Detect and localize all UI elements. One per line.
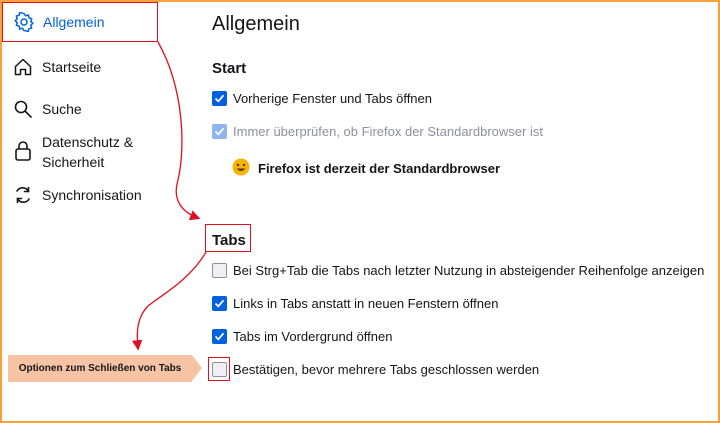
foreground-tabs-checkbox[interactable] — [212, 329, 227, 344]
restore-session-checkbox[interactable] — [212, 91, 227, 106]
section-heading-tabs: Tabs — [212, 232, 246, 249]
sidebar-item-label: Allgemein — [43, 14, 105, 30]
sidebar-item-privacy[interactable]: Datenschutz & Sicherheit — [2, 132, 158, 172]
gear-icon — [13, 11, 35, 33]
ctrl-tab-label: Bei Strg+Tab die Tabs nach letzter Nutzu… — [233, 263, 705, 278]
sidebar-item-label: Synchronisation — [42, 187, 142, 203]
links-in-tabs-checkbox-row[interactable]: Links in Tabs anstatt in neuen Fenstern … — [212, 296, 498, 311]
links-in-tabs-label: Links in Tabs anstatt in neuen Fenstern … — [233, 296, 499, 311]
check-default-checkbox-row: Immer überprüfen, ob Firefox der Standar… — [212, 124, 543, 139]
check-default-checkbox — [212, 124, 227, 139]
sidebar-item-search[interactable]: Suche — [2, 96, 158, 122]
foreground-tabs-label: Tabs im Vordergrund öffnen — [233, 329, 393, 344]
foreground-tabs-checkbox-row[interactable]: Tabs im Vordergrund öffnen — [212, 329, 392, 344]
ctrl-tab-checkbox-row[interactable]: Bei Strg+Tab die Tabs nach letzter Nutzu… — [212, 263, 704, 278]
search-icon — [12, 98, 34, 120]
sidebar-item-label: Startseite — [42, 59, 102, 75]
confirm-close-checkbox-row[interactable]: Bestätigen, bevor mehrere Tabs geschloss… — [212, 362, 539, 377]
section-heading-start: Start — [212, 60, 247, 77]
ctrl-tab-checkbox[interactable] — [212, 263, 227, 278]
sidebar-item-general[interactable]: Allgemein — [2, 2, 158, 42]
annotation-callout-pointer — [192, 355, 202, 381]
confirm-close-highlight — [208, 357, 230, 381]
lock-icon — [12, 140, 34, 162]
annotation-callout: Optionen zum Schließen von Tabs — [8, 355, 192, 382]
page-title: Allgemein — [212, 13, 300, 35]
sidebar-item-home[interactable]: Startseite — [2, 54, 158, 80]
sync-icon — [12, 184, 34, 206]
smiley-icon — [232, 158, 250, 179]
sidebar-item-sync[interactable]: Synchronisation — [2, 182, 158, 208]
confirm-close-label: Bestätigen, bevor mehrere Tabs geschloss… — [233, 362, 540, 377]
restore-session-checkbox-row[interactable]: Vorherige Fenster und Tabs öffnen — [212, 91, 432, 106]
home-icon — [12, 56, 34, 78]
check-default-label: Immer überprüfen, ob Firefox der Standar… — [233, 124, 543, 139]
sidebar-item-label: Suche — [42, 101, 82, 117]
links-in-tabs-checkbox[interactable] — [212, 296, 227, 311]
restore-session-label: Vorherige Fenster und Tabs öffnen — [233, 91, 432, 106]
default-browser-status: Firefox ist derzeit der Standardbrowser — [232, 158, 500, 179]
sidebar-item-label: Datenschutz & Sicherheit — [42, 134, 134, 170]
default-browser-text: Firefox ist derzeit der Standardbrowser — [258, 161, 501, 176]
